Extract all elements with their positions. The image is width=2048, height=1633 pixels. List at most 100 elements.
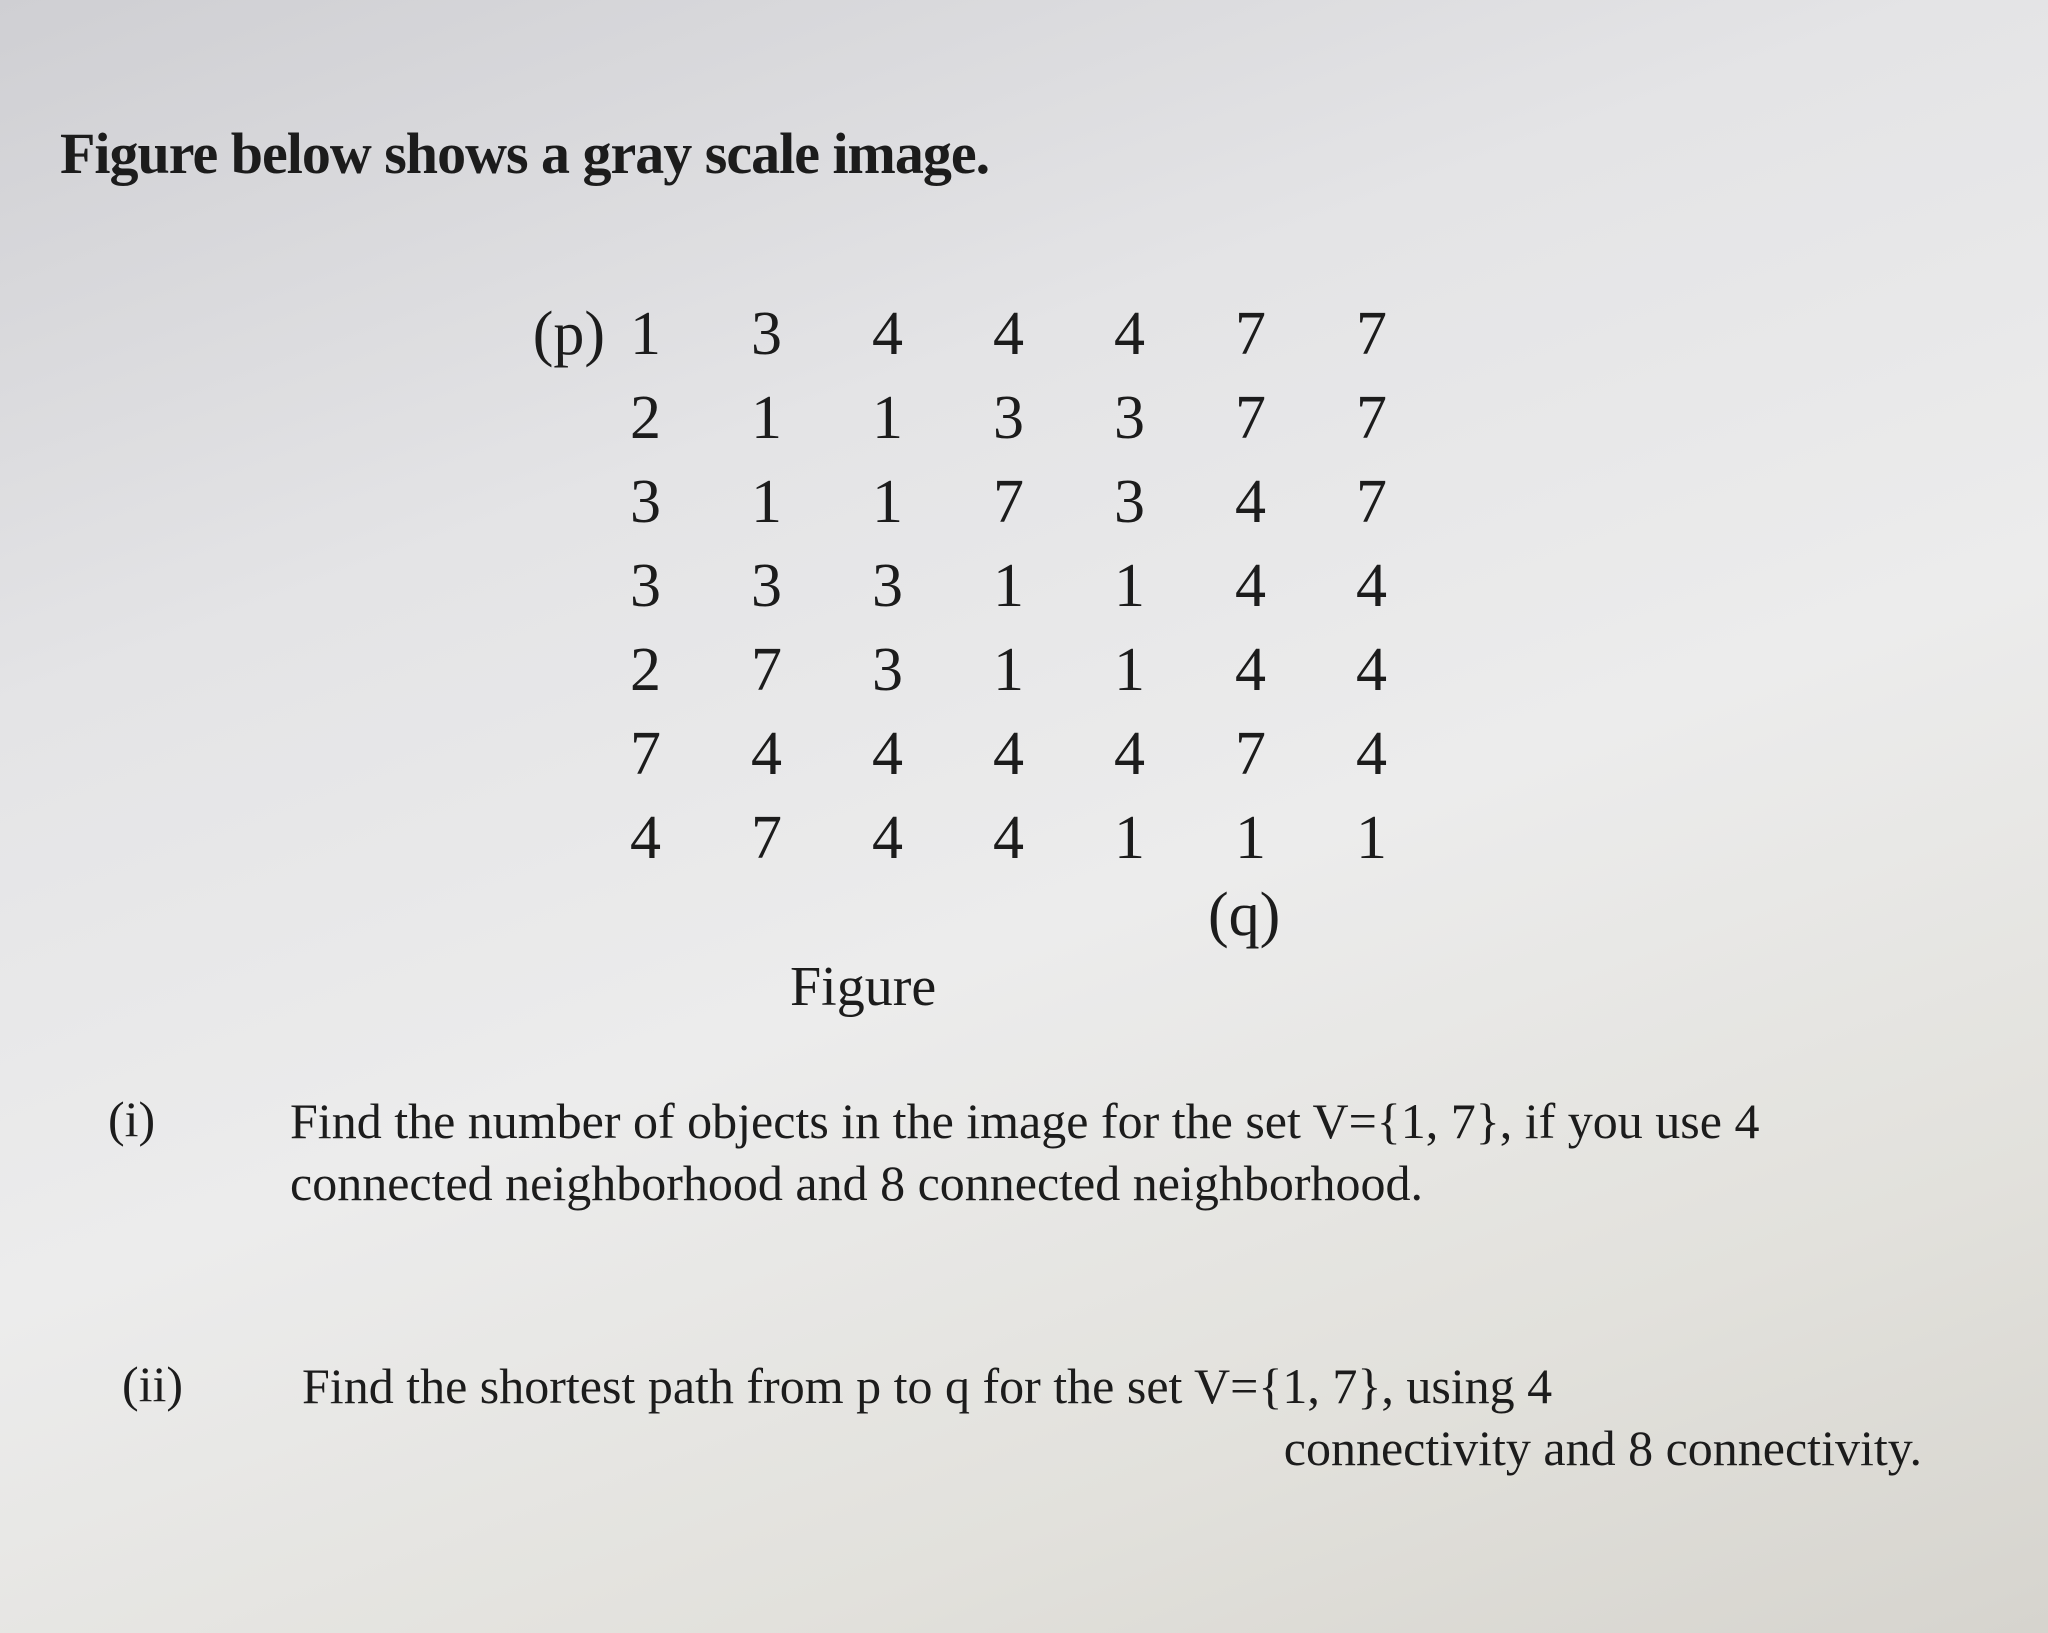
cell-value: 1 [751,384,782,452]
cell-value: 4 [1356,636,1387,704]
matrix-cell: 1 [1266,796,1387,880]
matrix-cell: 7 [1145,712,1266,796]
cell-value: 7 [993,468,1024,536]
matrix-cell: 3 [661,292,782,376]
cell-value: 3 [872,636,903,704]
matrix-cell: 4 [540,796,661,880]
cell-value: 1 [630,300,661,368]
q-label: (q) [1208,881,1281,949]
cell-value: 3 [1114,384,1145,452]
matrix-cell: 4 [1024,292,1145,376]
cell-value: 4 [1235,636,1266,704]
cell-value: 4 [993,720,1024,788]
matrix-cell: 4 [903,796,1024,880]
matrix-cell: 3 [540,544,661,628]
cell-value: 4 [1235,468,1266,536]
cell-value: 4 [1114,300,1145,368]
matrix-cell: 7 [1266,460,1387,544]
cell-value: 1 [1114,636,1145,704]
question-2-line-2: connectivity and 8 connectivity. [1283,1420,1922,1476]
cell-value: 3 [751,552,782,620]
cell-value: 7 [1235,384,1266,452]
cell-value: 7 [1356,300,1387,368]
cell-value: 3 [872,552,903,620]
intro-text: Figure below shows a gray scale image. [60,121,990,186]
matrix-cell: 4 [903,292,1024,376]
matrix-cell: 1 [782,376,903,460]
matrix-cell: 4 [1266,544,1387,628]
cell-value: 3 [630,468,661,536]
matrix-cell: 4 [1266,712,1387,796]
figure-caption: Figure [790,956,937,1018]
cell-value: 4 [1356,720,1387,788]
matrix-cell: 4 [903,712,1024,796]
matrix-cell: 1 [1024,544,1145,628]
cell-value: 3 [751,300,782,368]
cell-value: 4 [630,804,661,872]
matrix-cell: 1 [903,544,1024,628]
matrix-cell: 7 [1145,292,1266,376]
matrix-cell: 1 [1145,796,1266,880]
matrix-cell: 4 [1145,544,1266,628]
cell-value: 4 [993,300,1024,368]
cell-value: 4 [872,720,903,788]
cell-value: 1 [751,468,782,536]
matrix-cell: 2 [540,376,661,460]
matrix-cell: 3 [782,544,903,628]
matrix-cell: 7 [661,796,782,880]
cell-value: 7 [1235,720,1266,788]
cell-value: 2 [630,636,661,704]
cell-value: 4 [872,300,903,368]
matrix-cell: 1 [1024,628,1145,712]
pixel-matrix: 1 (p) 3 4 4 4 7 7 2 1 1 3 3 7 7 3 1 1 7 3 4 7 3 3 3 1 1 4 4 2 7 3 1 1 4 4 7 4… [533,292,1387,880]
cell-value: 1 [1235,804,1266,872]
cell-value: 3 [1114,468,1145,536]
cell-value: 3 [993,384,1024,452]
cell-value: 1 [993,636,1024,704]
matrix-cell: 4 [1145,628,1266,712]
question-1-text: Find the number of objects in the image … [290,1093,1760,1211]
matrix-cell: 3 [1024,460,1145,544]
cell-value: 1 [993,552,1024,620]
matrix-cell: 3 [661,544,782,628]
matrix-cell: 4 [782,292,903,376]
question-1-number: (i) [108,1091,156,1147]
p-label: (p) [532,300,605,368]
matrix-cell: 2 [540,628,661,712]
matrix-cell: 1 [782,460,903,544]
matrix-cell: 3 [903,376,1024,460]
cell-value: 1 [1114,552,1145,620]
cell-value: 1 [872,468,903,536]
cell-value: 4 [1235,552,1266,620]
cell-value: 7 [1235,300,1266,368]
cell-value: 7 [1356,468,1387,536]
cell-value: 4 [751,720,782,788]
matrix-cell: 3 [1024,376,1145,460]
cell-value: 2 [630,384,661,452]
cell-value: 1 [1114,804,1145,872]
question-2-line-1: Find the shortest path from p to q for t… [302,1358,1553,1414]
matrix-cell: 7 [903,460,1024,544]
matrix-cell: 4 [782,796,903,880]
cell-value: 4 [1356,552,1387,620]
matrix-cell: 7 [1145,376,1266,460]
matrix-cell: 4 [661,712,782,796]
matrix-cell: 1 [903,628,1024,712]
cell-value: 7 [751,804,782,872]
cell-value: 1 [872,384,903,452]
cell-value: 7 [630,720,661,788]
cell-value: 4 [993,804,1024,872]
matrix-cell: 4 [1266,628,1387,712]
matrix-cell: 1 (p) [533,292,661,376]
cell-value: 4 [872,804,903,872]
cell-value: 7 [1356,384,1387,452]
matrix-cell: 7 [540,712,661,796]
question-2: Find the shortest path from p to q for t… [302,1355,1922,1479]
matrix-cell: 7 [1266,292,1387,376]
matrix-cell: 3 [782,628,903,712]
matrix-cell: 1 [661,460,782,544]
matrix-cell: 7 [1266,376,1387,460]
cell-value: 3 [630,552,661,620]
cell-value: 4 [1114,720,1145,788]
matrix-cell: 4 [1145,460,1266,544]
